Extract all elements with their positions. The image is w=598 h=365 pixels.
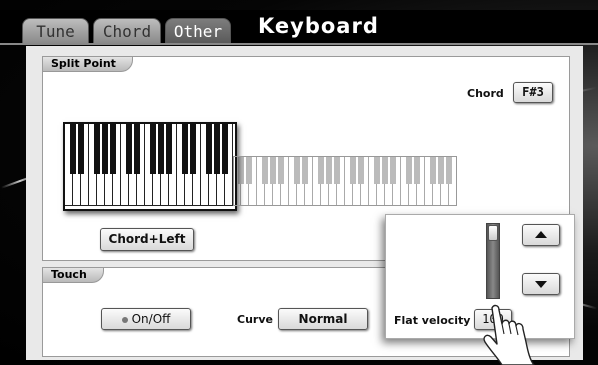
black-key: [438, 156, 444, 184]
black-key: [134, 124, 140, 174]
black-key: [110, 124, 116, 174]
black-key: [302, 156, 308, 184]
black-key: [190, 124, 196, 174]
tab-chord[interactable]: Chord: [93, 18, 161, 43]
black-key: [102, 124, 108, 174]
velocity-up-button[interactable]: [522, 224, 560, 246]
keyboard-split-graphic[interactable]: [63, 122, 457, 211]
touch-on-off-label: On/Off: [131, 312, 171, 326]
black-key: [334, 156, 340, 184]
black-key: [318, 156, 324, 184]
page-title: Keyboard: [258, 14, 379, 38]
black-key: [238, 156, 244, 184]
black-key: [390, 156, 396, 184]
touch-on-off-button[interactable]: On/Off: [101, 308, 191, 330]
black-key: [214, 124, 220, 174]
black-key: [262, 156, 268, 184]
black-key: [270, 156, 276, 184]
chord-label: Chord: [467, 87, 504, 100]
black-key: [446, 156, 452, 184]
curve-value-button[interactable]: Normal: [278, 308, 368, 330]
black-key: [150, 124, 156, 174]
black-key: [246, 156, 252, 184]
black-key: [158, 124, 164, 174]
chord-left-mode-button[interactable]: Chord+Left: [100, 228, 194, 251]
split-point-section-label: Split Point: [43, 57, 133, 72]
black-key: [206, 124, 212, 174]
down-arrow-icon: [535, 281, 547, 288]
tab-tune[interactable]: Tune: [22, 18, 89, 43]
black-key: [166, 124, 172, 174]
black-key: [278, 156, 284, 184]
curve-label: Curve: [237, 313, 273, 326]
black-key: [70, 124, 76, 174]
black-key: [222, 124, 228, 174]
flat-velocity-label: Flat velocity: [394, 314, 471, 327]
black-key: [430, 156, 436, 184]
black-key: [374, 156, 380, 184]
black-key: [294, 156, 300, 184]
black-key: [182, 124, 188, 174]
keyboard-settings-screen: Tune Chord Other Keyboard Split Point Ch…: [0, 0, 598, 365]
title-divider: [0, 43, 598, 45]
black-key: [126, 124, 132, 174]
black-key: [358, 156, 364, 184]
pointing-hand-icon: [483, 304, 535, 365]
black-key: [326, 156, 332, 184]
black-key: [382, 156, 388, 184]
velocity-slider-thumb[interactable]: [488, 225, 498, 241]
black-key: [350, 156, 356, 184]
black-key: [94, 124, 100, 174]
black-key: [414, 156, 420, 184]
black-key: [78, 124, 84, 174]
status-indicator-icon: [121, 316, 128, 323]
tab-other[interactable]: Other: [165, 18, 231, 43]
black-key: [406, 156, 412, 184]
up-arrow-icon: [535, 231, 547, 238]
velocity-down-button[interactable]: [522, 273, 560, 295]
touch-section-label: Touch: [43, 268, 104, 283]
split-point-chord-value[interactable]: F#3: [513, 82, 553, 103]
